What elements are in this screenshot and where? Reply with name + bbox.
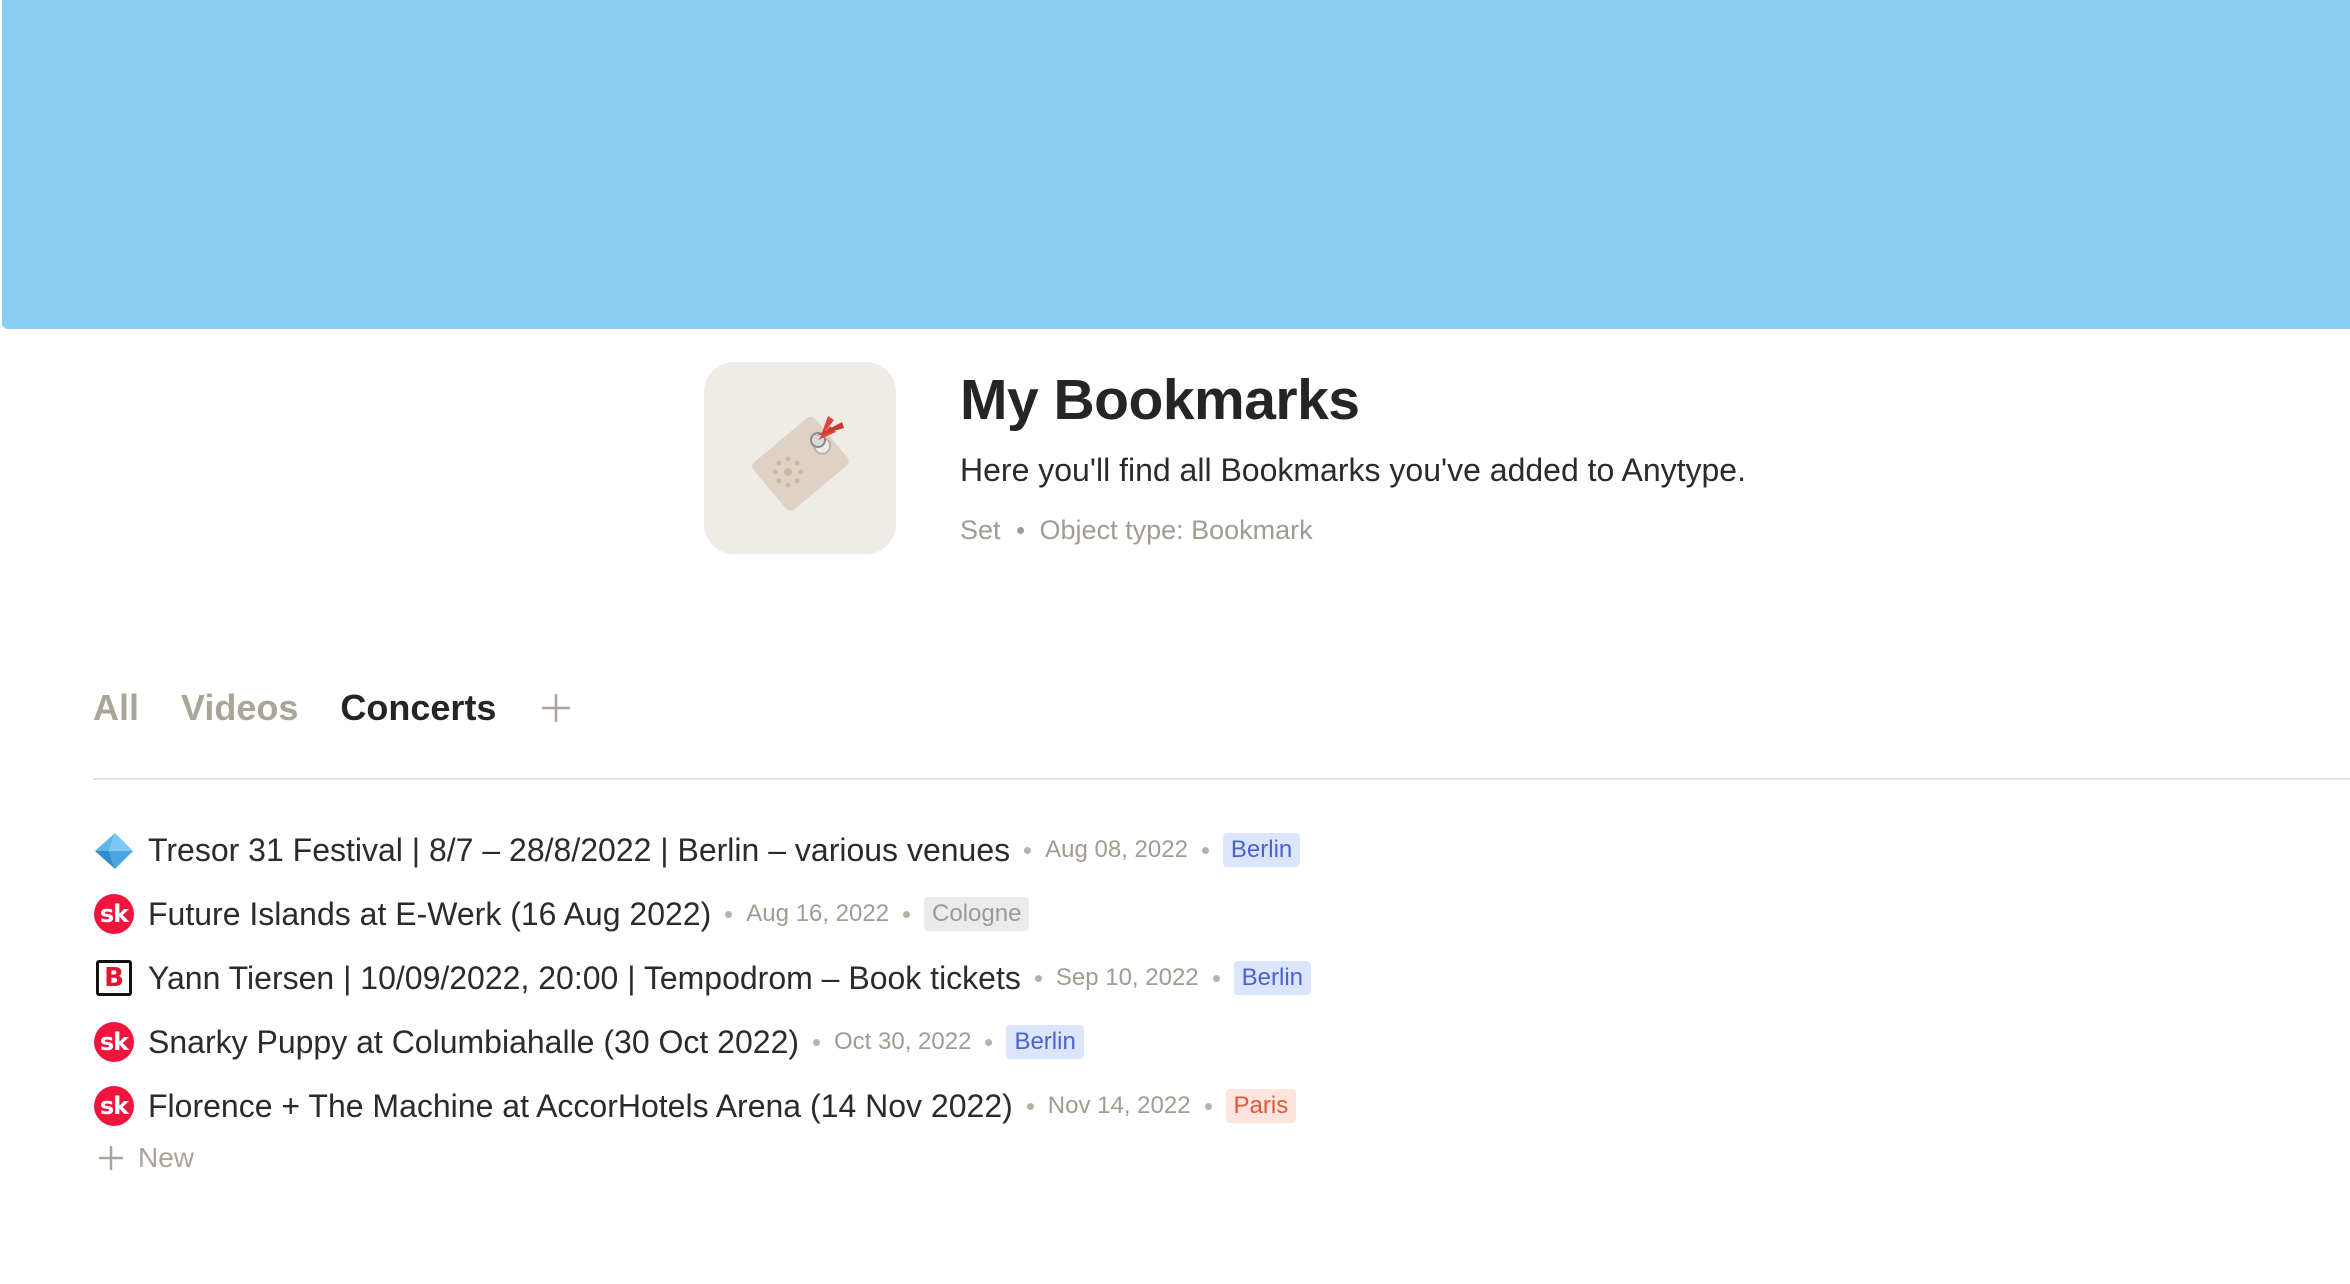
cover-banner[interactable] [2, 0, 2350, 329]
row-date: Oct 30, 2022 [834, 1028, 972, 1055]
row-separator-dot [1034, 974, 1042, 982]
songkick-logo: sk [94, 1086, 134, 1126]
songkick-icon: sk [93, 893, 135, 935]
tabs-divider [93, 778, 2350, 780]
row-separator-dot [1212, 974, 1220, 982]
page-description[interactable]: Here you'll find all Bookmarks you've ad… [960, 448, 1746, 492]
meta-separator-dot [1016, 526, 1024, 534]
songkick-icon: sk [93, 1085, 135, 1127]
list-item[interactable]: sk Snarky Puppy at Columbiahalle (30 Oct… [93, 1010, 1311, 1074]
b-logo-icon: B [93, 957, 135, 999]
tresor-arrow-icon [93, 829, 135, 871]
list-item[interactable]: Tresor 31 Festival | 8/7 – 28/8/2022 | B… [93, 818, 1311, 882]
city-tag[interactable]: Berlin [1222, 833, 1301, 867]
page-title[interactable]: My Bookmarks [960, 362, 1360, 438]
row-separator-dot [903, 910, 911, 918]
row-title[interactable]: Florence + The Machine at AccorHotels Ar… [148, 1088, 1013, 1125]
row-date: Sep 10, 2022 [1055, 964, 1199, 991]
list-item[interactable]: B Yann Tiersen | 10/09/2022, 20:00 | Tem… [93, 946, 1312, 1010]
row-separator-dot [1201, 846, 1209, 854]
songkick-logo: sk [94, 894, 134, 934]
plus-icon [99, 1146, 123, 1170]
city-tag[interactable]: Berlin [1006, 1025, 1084, 1059]
row-title[interactable]: Yann Tiersen | 10/09/2022, 20:00 | Tempo… [148, 960, 1021, 997]
city-tag[interactable]: Cologne [924, 897, 1030, 931]
bookmark-list: Tresor 31 Festival | 8/7 – 28/8/2022 | B… [93, 818, 1312, 1138]
tab-videos[interactable]: Videos [181, 683, 298, 733]
songkick-icon: sk [93, 1021, 135, 1063]
row-separator-dot [1026, 1102, 1034, 1110]
view-tabs: All Videos Concerts [93, 683, 574, 733]
row-date: Nov 14, 2022 [1047, 1092, 1191, 1119]
meta-type: Set [960, 515, 1001, 545]
page-meta: Set Object type: Bookmark [960, 512, 1313, 548]
row-title[interactable]: Future Islands at E-Werk (16 Aug 2022) [148, 896, 711, 933]
row-title[interactable]: Tresor 31 Festival | 8/7 – 28/8/2022 | B… [148, 832, 1010, 869]
meta-object-type[interactable]: Object type: Bookmark [1040, 512, 1313, 548]
city-tag[interactable]: Paris [1225, 1089, 1297, 1123]
row-title[interactable]: Snarky Puppy at Columbiahalle (30 Oct 20… [148, 1024, 799, 1061]
page: My Bookmarks Here you'll find all Bookma… [0, 0, 2350, 1284]
row-date: Aug 16, 2022 [746, 900, 890, 927]
list-item[interactable]: sk Future Islands at E-Werk (16 Aug 2022… [93, 882, 1311, 946]
row-separator-dot [1024, 846, 1032, 854]
add-new-button[interactable]: New [96, 1142, 194, 1174]
tab-concerts[interactable]: Concerts [340, 683, 496, 733]
row-date: Aug 08, 2022 [1045, 836, 1188, 863]
tab-all[interactable]: All [93, 683, 139, 733]
b-logo: B [96, 960, 132, 996]
add-view-icon[interactable] [538, 690, 574, 726]
b-logo-letter: B [104, 963, 124, 993]
row-separator-dot [1204, 1102, 1212, 1110]
row-separator-dot [985, 1038, 993, 1046]
row-separator-dot [813, 1038, 821, 1046]
city-tag[interactable]: Berlin [1233, 961, 1312, 995]
songkick-logo: sk [94, 1022, 134, 1062]
add-new-label: New [138, 1142, 195, 1173]
bookmark-tag-icon[interactable] [704, 362, 896, 554]
list-item[interactable]: sk Florence + The Machine at AccorHotels… [93, 1074, 1311, 1138]
row-separator-dot [725, 910, 733, 918]
